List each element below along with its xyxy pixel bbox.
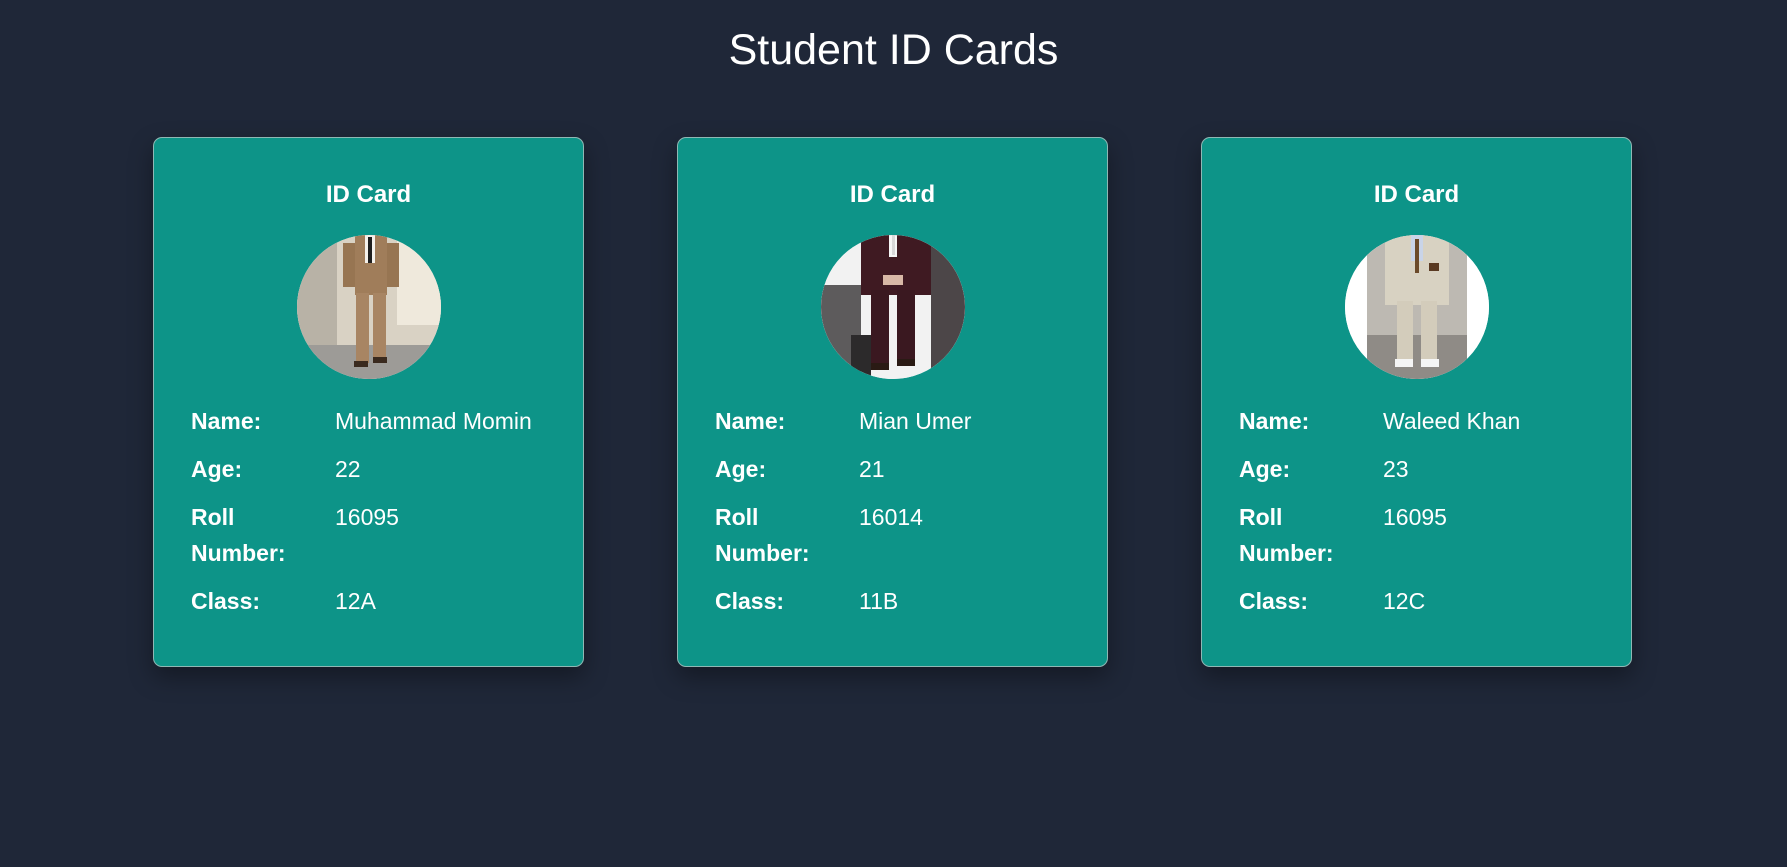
name-value: Waleed Khan <box>1383 408 1521 434</box>
student-photo <box>297 235 441 379</box>
class-label: Class: <box>1239 588 1309 614</box>
name-label: Name: <box>715 408 786 434</box>
student-info: Name: Mian Umer Age: 21 Roll Number: 160… <box>715 403 1085 631</box>
age-row: Age: 21 <box>715 451 1085 487</box>
card-title: ID Card <box>325 181 412 208</box>
card-title: ID Card <box>1373 181 1460 208</box>
name-row: Name: Waleed Khan <box>1239 403 1609 439</box>
id-card: ID Card Name: Waleed Khan Age: 23 Roll N… <box>1201 137 1632 667</box>
age-value: 23 <box>1383 456 1409 482</box>
roll-number-row: Roll Number: 16014 <box>715 499 1085 571</box>
roll-number-value: 16014 <box>859 504 923 530</box>
name-value: Mian Umer <box>859 408 972 434</box>
roll-number-row: Roll Number: 16095 <box>191 499 561 571</box>
name-label: Name: <box>1239 408 1310 434</box>
age-value: 22 <box>335 456 361 482</box>
age-row: Age: 22 <box>191 451 561 487</box>
age-label: Age: <box>191 456 243 482</box>
class-row: Class: 12A <box>191 583 561 619</box>
age-row: Age: 23 <box>1239 451 1609 487</box>
age-label: Age: <box>1239 456 1291 482</box>
name-row: Name: Muhammad Momin <box>191 403 561 439</box>
class-value: 12C <box>1383 588 1426 614</box>
class-row: Class: 12C <box>1239 583 1609 619</box>
class-row: Class: 11B <box>715 583 1085 619</box>
id-card: ID Card Name: Muhammad Momin Age: 22 Rol… <box>153 137 584 667</box>
age-label: Age: <box>715 456 767 482</box>
roll-number-row: Roll Number: 16095 <box>1239 499 1609 571</box>
class-label: Class: <box>191 588 261 614</box>
student-info: Name: Muhammad Momin Age: 22 Roll Number… <box>191 403 561 631</box>
card-title: ID Card <box>849 181 936 208</box>
name-label: Name: <box>191 408 262 434</box>
roll-number-label: Roll Number: <box>191 504 286 566</box>
id-card: ID Card Name: Mian Umer Age: 21 Roll Num… <box>677 137 1108 667</box>
page-title: Student ID Cards <box>728 26 1059 74</box>
roll-number-label: Roll Number: <box>1239 504 1334 566</box>
age-value: 21 <box>859 456 885 482</box>
name-value: Muhammad Momin <box>335 408 532 434</box>
class-label: Class: <box>715 588 785 614</box>
roll-number-value: 16095 <box>335 504 399 530</box>
class-value: 11B <box>859 588 899 614</box>
student-photo <box>821 235 965 379</box>
roll-number-value: 16095 <box>1383 504 1447 530</box>
roll-number-label: Roll Number: <box>715 504 810 566</box>
student-info: Name: Waleed Khan Age: 23 Roll Number: 1… <box>1239 403 1609 631</box>
student-photo <box>1345 235 1489 379</box>
class-value: 12A <box>335 588 376 614</box>
name-row: Name: Mian Umer <box>715 403 1085 439</box>
